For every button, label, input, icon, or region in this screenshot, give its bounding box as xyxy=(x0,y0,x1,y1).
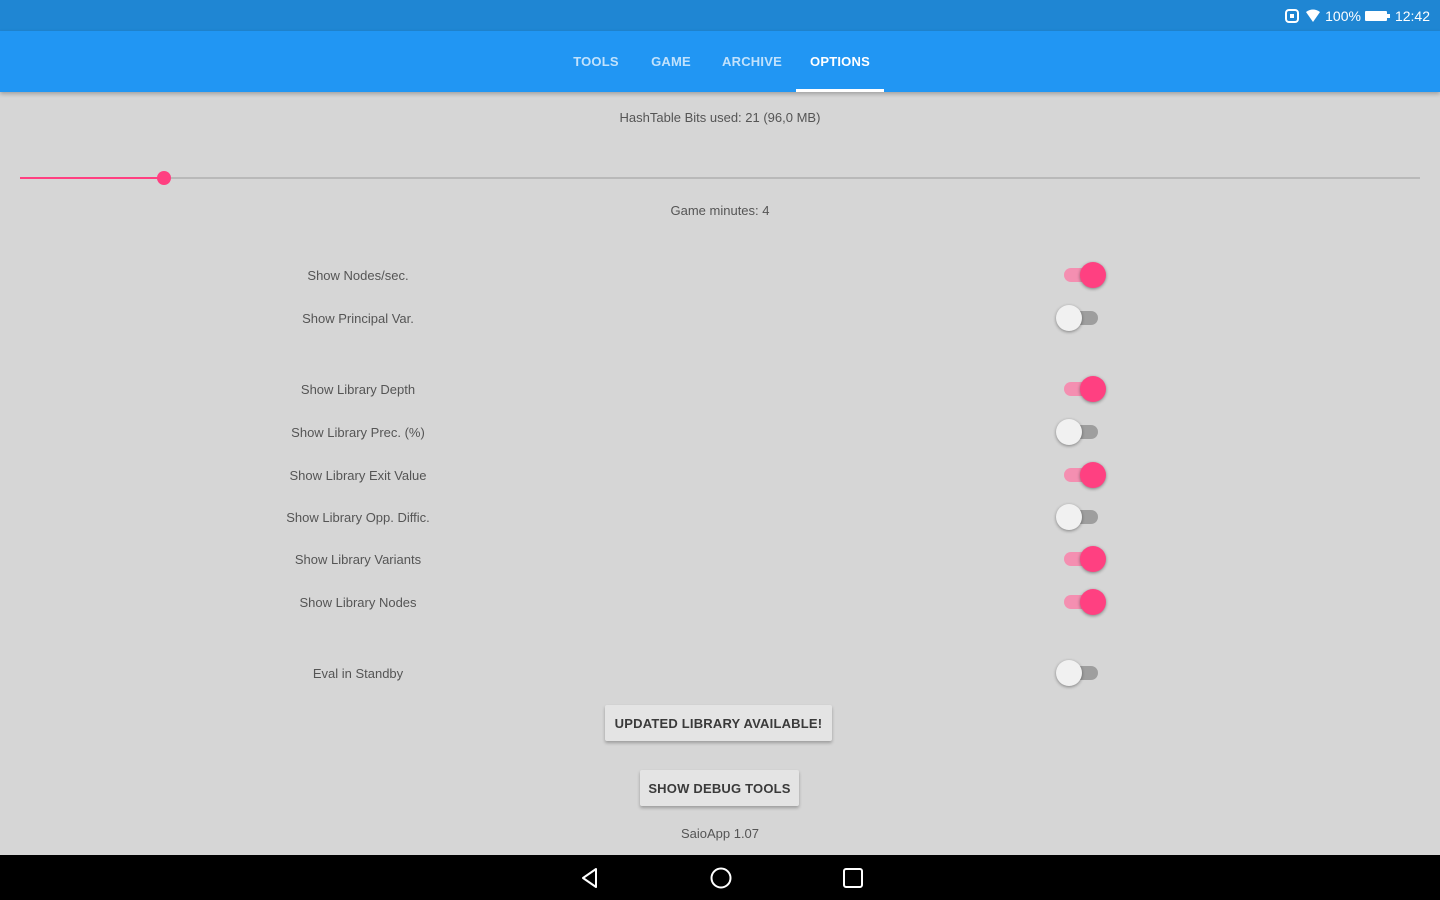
toggle-show-principal-var[interactable] xyxy=(1056,304,1108,332)
back-icon[interactable] xyxy=(575,863,605,893)
game-minutes-text: Game minutes: 4 xyxy=(670,203,770,218)
tab-label: TOOLS xyxy=(573,54,619,69)
hashtable-bits-text: HashTable Bits used: 21 (96,0 MB) xyxy=(619,110,821,125)
wifi-icon xyxy=(1305,9,1321,23)
battery-icon xyxy=(1364,10,1391,22)
app-version-text: SaioApp 1.07 xyxy=(680,826,760,841)
hashtable-slider[interactable] xyxy=(20,168,1420,188)
option-label-show-library-nodes: Show Library Nodes xyxy=(299,595,417,610)
toggle-show-library-variants[interactable] xyxy=(1056,545,1108,573)
toggle-show-library-prec[interactable] xyxy=(1056,418,1108,446)
updated-library-button[interactable]: UPDATED LIBRARY AVAILABLE! xyxy=(605,705,832,741)
tab-tools[interactable]: TOOLS xyxy=(558,31,634,92)
switch-thumb xyxy=(1056,305,1082,331)
slider-track xyxy=(20,177,1420,179)
toggle-show-library-exit-value[interactable] xyxy=(1056,461,1108,489)
tab-label: GAME xyxy=(651,54,691,69)
switch-thumb xyxy=(1080,262,1106,288)
navigation-bar xyxy=(0,855,1440,900)
toggle-eval-in-standby[interactable] xyxy=(1056,659,1108,687)
tab-game[interactable]: GAME xyxy=(634,31,708,92)
switch-thumb xyxy=(1056,504,1082,530)
status-icons: 100% 12:42 xyxy=(1283,7,1430,25)
switch-thumb xyxy=(1080,589,1106,615)
option-label-show-library-prec: Show Library Prec. (%) xyxy=(291,425,425,440)
switch-thumb xyxy=(1056,660,1082,686)
tab-label: OPTIONS xyxy=(810,54,870,69)
option-label-show-nodes-sec: Show Nodes/sec. xyxy=(307,268,409,283)
option-label-show-principal-var: Show Principal Var. xyxy=(302,311,414,326)
rotation-lock-icon xyxy=(1283,8,1301,24)
slider-fill xyxy=(20,177,165,179)
switch-thumb xyxy=(1080,462,1106,488)
status-bar: 100% 12:42 xyxy=(0,0,1440,31)
option-label-eval-in-standby: Eval in Standby xyxy=(312,666,404,681)
option-label-show-library-opp-diffic: Show Library Opp. Diffic. xyxy=(286,510,430,525)
toggle-show-library-depth[interactable] xyxy=(1056,375,1108,403)
switch-thumb xyxy=(1056,419,1082,445)
tab-options[interactable]: OPTIONS xyxy=(796,31,884,92)
home-icon[interactable] xyxy=(706,863,736,893)
recents-icon[interactable] xyxy=(838,863,868,893)
option-label-show-library-exit-value: Show Library Exit Value xyxy=(289,468,427,483)
show-debug-tools-button[interactable]: SHOW DEBUG TOOLS xyxy=(640,770,799,806)
app-bar: TOOLS GAME ARCHIVE OPTIONS xyxy=(0,31,1440,92)
slider-thumb[interactable] xyxy=(157,171,172,185)
toggle-show-library-nodes[interactable] xyxy=(1056,588,1108,616)
tab-archive[interactable]: ARCHIVE xyxy=(708,31,796,92)
switch-thumb xyxy=(1080,376,1106,402)
clock: 12:42 xyxy=(1394,8,1430,24)
switch-thumb xyxy=(1080,546,1106,572)
option-label-show-library-variants: Show Library Variants xyxy=(294,552,422,567)
tab-bar: TOOLS GAME ARCHIVE OPTIONS xyxy=(558,31,884,92)
toggle-show-nodes-sec[interactable] xyxy=(1056,261,1108,289)
toggle-show-library-opp-diffic[interactable] xyxy=(1056,503,1108,531)
tab-label: ARCHIVE xyxy=(722,54,782,69)
option-label-show-library-depth: Show Library Depth xyxy=(300,382,416,397)
battery-percent: 100% xyxy=(1325,8,1361,24)
